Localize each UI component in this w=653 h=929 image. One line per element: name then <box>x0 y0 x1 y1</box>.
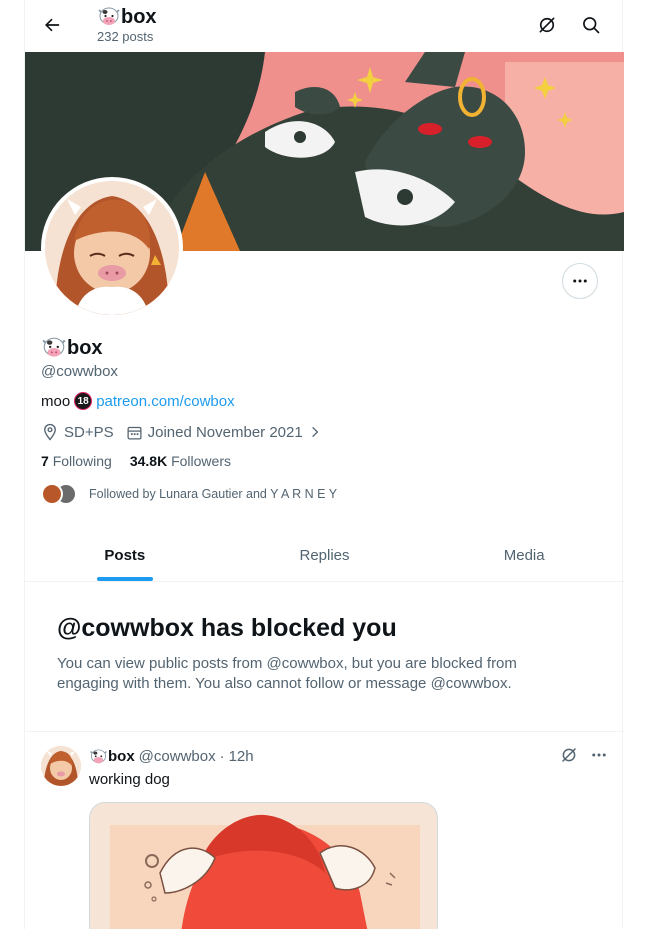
post-timestamp[interactable]: 12h <box>229 748 254 765</box>
grok-icon[interactable] <box>560 746 578 764</box>
search-button[interactable] <box>576 10 606 40</box>
location-text: SD+PS <box>64 423 114 441</box>
display-name: box <box>41 335 601 361</box>
post-avatar-artwork <box>41 746 81 786</box>
back-arrow-icon <box>45 18 60 32</box>
bio-text: moo <box>41 392 71 410</box>
profile-info: box @cowwbox moo 18 patreon.com/cowbox S… <box>41 335 601 505</box>
header-title: box <box>97 5 157 29</box>
adult-18-icon: 18 <box>74 392 93 410</box>
tab-media-label: Media <box>503 547 545 564</box>
follower-avatar <box>41 483 63 505</box>
followers-label: Followers <box>171 453 231 469</box>
location-icon <box>44 423 56 441</box>
joined-item[interactable]: Joined November 2021 <box>126 424 322 441</box>
search-icon <box>583 17 600 34</box>
post-media-image[interactable] <box>89 802 438 929</box>
joined-text: Joined November 2021 <box>147 423 303 441</box>
grok-icon <box>539 17 555 33</box>
profile-handle: @cowwbox <box>41 363 118 380</box>
cow-emoji-icon <box>98 7 120 25</box>
blocked-body: You can view public posts from @cowwbox,… <box>57 655 517 692</box>
tab-media[interactable]: Media <box>424 530 624 581</box>
location-item: SD+PS <box>41 423 114 441</box>
profile-tabs: Posts Replies Media <box>25 530 624 582</box>
following-count: 7 <box>41 453 49 469</box>
post-author-name[interactable]: box <box>89 748 135 765</box>
more-icon[interactable] <box>590 746 608 764</box>
tab-replies-label: Replies <box>299 547 350 564</box>
post-author-handle[interactable]: @cowwbox <box>139 748 216 765</box>
post-media-artwork <box>90 803 437 929</box>
post-count: 232 posts <box>97 29 154 44</box>
top-bar: box 232 posts <box>25 0 624 52</box>
grok-button[interactable] <box>532 10 562 40</box>
profile-column: box 232 posts box @cowwbox moo 18 patreo… <box>24 0 624 929</box>
following-label: Following <box>52 453 112 469</box>
back-button[interactable] <box>35 8 69 42</box>
post-item[interactable]: box @cowwbox · 12h working dog <box>25 732 624 929</box>
topbar-actions <box>532 10 606 40</box>
post-author-name-text: box <box>108 748 135 765</box>
followers-count: 34.8K <box>129 453 168 469</box>
profile-avatar[interactable] <box>41 177 183 319</box>
following-link[interactable]: 7 Following <box>41 453 112 469</box>
more-icon <box>573 279 587 283</box>
followed-by-avatars <box>41 483 81 505</box>
tab-posts-label: Posts <box>104 547 146 564</box>
post-text: working dog <box>89 771 170 788</box>
post-author-avatar[interactable] <box>41 746 81 786</box>
post-header: box @cowwbox · 12h <box>89 748 254 765</box>
profile-bio: moo 18 patreon.com/cowbox <box>41 392 601 410</box>
header-title-block: box 232 posts <box>97 5 157 45</box>
chevron-right-icon <box>311 426 318 438</box>
cow-emoji-icon <box>90 748 107 763</box>
header-title-text: box <box>121 6 157 28</box>
blocked-notice: @cowwbox has blocked you You can view pu… <box>57 612 577 694</box>
active-tab-indicator <box>96 577 153 581</box>
cow-emoji-icon <box>42 337 66 357</box>
avatar-artwork <box>45 181 179 315</box>
blocked-title: @cowwbox has blocked you <box>57 614 397 642</box>
tab-replies[interactable]: Replies <box>225 530 425 581</box>
followed-by[interactable]: Followed by Lunara Gautier and Y A R N E… <box>41 483 601 505</box>
post-separator: · <box>219 748 225 765</box>
followed-by-text: Followed by Lunara Gautier and Y A R N E… <box>89 487 338 501</box>
profile-more-button[interactable] <box>562 263 598 299</box>
followers-link[interactable]: 34.8K Followers <box>130 453 231 469</box>
calendar-icon <box>127 426 142 440</box>
display-name-text: box <box>67 336 103 359</box>
follow-stats: 7 Following 34.8K Followers <box>41 453 601 469</box>
profile-meta: SD+PS Joined November 2021 <box>41 423 601 441</box>
post-actions <box>560 746 608 764</box>
tab-posts[interactable]: Posts <box>25 530 225 581</box>
bio-link[interactable]: patreon.com/cowbox <box>96 393 234 410</box>
